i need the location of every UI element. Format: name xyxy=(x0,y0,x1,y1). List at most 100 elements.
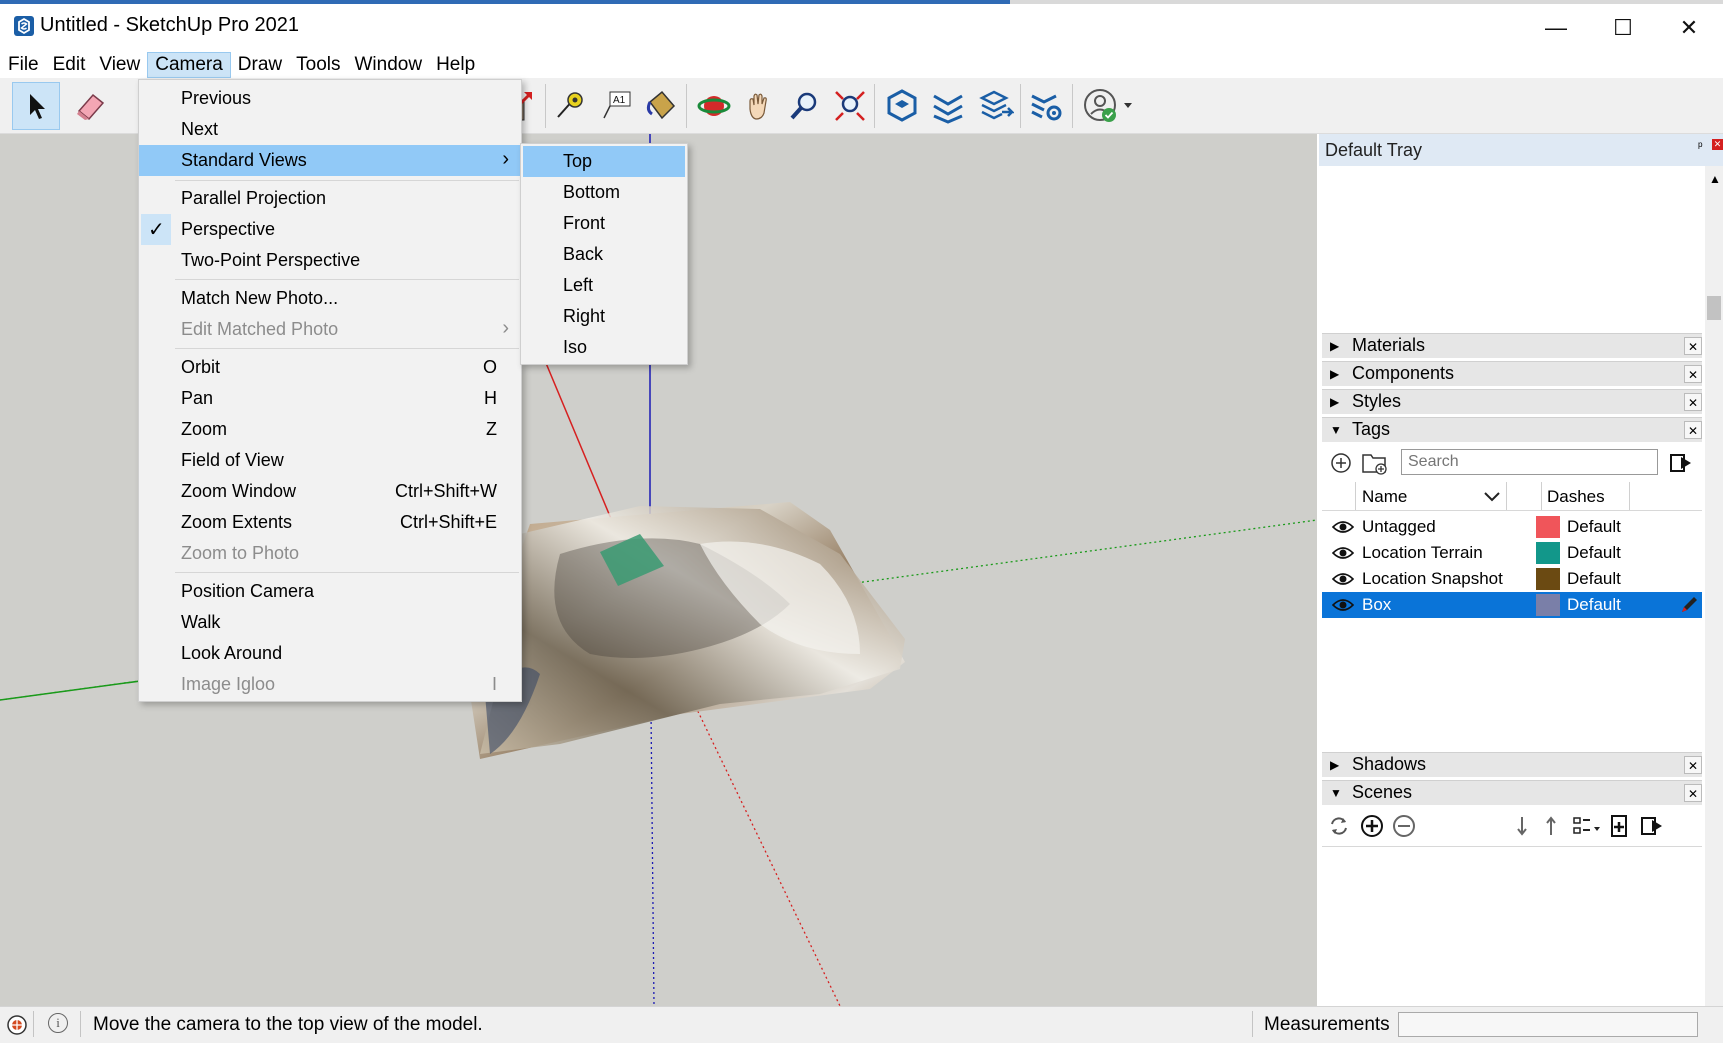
remove-scene-icon[interactable] xyxy=(1392,814,1416,838)
menu-file[interactable]: File xyxy=(0,52,46,78)
menu-item-walk[interactable]: Walk xyxy=(139,607,521,638)
scenes-panel-header[interactable]: ▼ Scenes ✕ xyxy=(1322,780,1702,805)
tags-search-input[interactable] xyxy=(1401,449,1658,475)
close-icon[interactable]: ✕ xyxy=(1684,784,1702,802)
maximize-button[interactable]: ☐ xyxy=(1589,4,1657,52)
menu-item-next[interactable]: Next xyxy=(139,114,521,145)
view-iso[interactable]: Iso xyxy=(521,332,687,363)
menu-item-orbit[interactable]: Orbit O xyxy=(139,352,521,383)
visibility-eye-icon[interactable] xyxy=(1332,545,1354,561)
eraser-tool-icon[interactable] xyxy=(66,82,114,130)
components-panel-header[interactable]: ▶ Components ✕ xyxy=(1322,361,1702,386)
view-top[interactable]: Top xyxy=(523,146,685,177)
tag-row-location-snapshot[interactable]: Location Snapshot Default xyxy=(1322,566,1702,592)
menu-draw[interactable]: Draw xyxy=(231,52,289,78)
move-scene-down-icon[interactable] xyxy=(1515,815,1529,837)
tag-dashes[interactable]: Default xyxy=(1567,569,1621,589)
tags-details-icon[interactable] xyxy=(1669,452,1693,474)
tag-name[interactable]: Untagged xyxy=(1362,517,1436,537)
close-window-button[interactable]: ✕ xyxy=(1655,4,1723,52)
tag-color-swatch[interactable] xyxy=(1536,568,1560,590)
scroll-up-icon[interactable]: ▲ xyxy=(1709,172,1721,186)
visibility-eye-icon[interactable] xyxy=(1332,519,1354,535)
tag-color-swatch[interactable] xyxy=(1536,516,1560,538)
move-scene-up-icon[interactable] xyxy=(1544,815,1558,837)
measurements-input[interactable] xyxy=(1398,1012,1698,1037)
menu-window[interactable]: Window xyxy=(348,52,430,78)
3d-warehouse-icon[interactable] xyxy=(878,82,926,130)
extension-manager-icon[interactable] xyxy=(1022,82,1070,130)
tag-row-box[interactable]: Box Default xyxy=(1322,592,1702,618)
menu-help[interactable]: Help xyxy=(429,52,482,78)
tag-dashes[interactable]: Default xyxy=(1567,595,1621,615)
pan-hand-tool-icon[interactable] xyxy=(735,82,783,130)
close-icon[interactable]: ✕ xyxy=(1684,337,1702,355)
add-tag-folder-icon[interactable] xyxy=(1361,450,1389,476)
tag-dashes[interactable]: Default xyxy=(1567,543,1621,563)
select-tool-icon[interactable] xyxy=(12,82,60,130)
scrollbar-thumb[interactable] xyxy=(1707,296,1721,320)
menu-item-two-point-perspective[interactable]: Two-Point Perspective xyxy=(139,245,521,276)
menu-item-zoom-window[interactable]: Zoom Window Ctrl+Shift+W xyxy=(139,476,521,507)
close-icon[interactable]: ✕ xyxy=(1684,756,1702,774)
account-icon[interactable] xyxy=(1076,82,1140,130)
view-bottom[interactable]: Bottom xyxy=(521,177,687,208)
add-tag-icon[interactable] xyxy=(1330,452,1352,474)
scene-view-options-icon[interactable] xyxy=(1572,815,1602,837)
tag-name[interactable]: Box xyxy=(1362,595,1391,615)
layout-send-icon[interactable] xyxy=(972,82,1020,130)
dashes-column-header[interactable]: Dashes xyxy=(1547,487,1605,507)
extension-warehouse-icon[interactable] xyxy=(924,82,972,130)
text-tool-icon[interactable]: A1 xyxy=(592,82,640,130)
visibility-eye-icon[interactable] xyxy=(1332,571,1354,587)
view-left[interactable]: Left xyxy=(521,270,687,301)
close-icon[interactable]: ✕ xyxy=(1684,393,1702,411)
visibility-eye-icon[interactable] xyxy=(1332,597,1354,613)
edit-pencil-icon[interactable] xyxy=(1679,595,1699,615)
menu-item-field-of-view[interactable]: Field of View xyxy=(139,445,521,476)
tag-name[interactable]: Location Snapshot xyxy=(1362,569,1503,589)
menu-item-position-camera[interactable]: Position Camera xyxy=(139,576,521,607)
menu-camera[interactable]: Camera xyxy=(147,52,231,78)
menu-item-zoom[interactable]: Zoom Z xyxy=(139,414,521,445)
tag-name[interactable]: Location Terrain xyxy=(1362,543,1483,563)
menu-item-look-around[interactable]: Look Around xyxy=(139,638,521,669)
close-icon[interactable]: ✕ xyxy=(1684,421,1702,439)
menu-tools[interactable]: Tools xyxy=(289,52,347,78)
name-column-header[interactable]: Name xyxy=(1362,487,1407,507)
geo-location-icon[interactable] xyxy=(6,1014,28,1036)
tags-panel-header[interactable]: ▼ Tags ✕ xyxy=(1322,417,1702,442)
tray-scrollbar[interactable]: ▲ ▼ xyxy=(1705,166,1723,1030)
tag-row-untagged[interactable]: Untagged Default xyxy=(1322,514,1702,540)
minimize-button[interactable]: — xyxy=(1522,4,1590,52)
menu-item-standard-views[interactable]: Standard Views › xyxy=(139,145,521,176)
info-icon[interactable]: i xyxy=(48,1013,68,1033)
view-back[interactable]: Back xyxy=(521,239,687,270)
add-scene-icon[interactable] xyxy=(1360,814,1384,838)
tag-color-swatch[interactable] xyxy=(1536,594,1560,616)
scenes-details-icon[interactable] xyxy=(1640,815,1664,837)
tray-close-icon[interactable]: ✕ xyxy=(1712,139,1723,150)
tape-measure-tool-icon[interactable] xyxy=(545,82,593,130)
menu-item-zoom-extents[interactable]: Zoom Extents Ctrl+Shift+E xyxy=(139,507,521,538)
zoom-tool-icon[interactable] xyxy=(780,82,828,130)
update-scene-icon[interactable] xyxy=(1609,814,1629,838)
menu-item-pan[interactable]: Pan H xyxy=(139,383,521,414)
tray-pin-icon[interactable]: ᵖ xyxy=(1698,139,1703,153)
tag-row-location-terrain[interactable]: Location Terrain Default xyxy=(1322,540,1702,566)
view-right[interactable]: Right xyxy=(521,301,687,332)
menu-item-previous[interactable]: Previous xyxy=(139,83,521,114)
view-front[interactable]: Front xyxy=(521,208,687,239)
tag-dashes[interactable]: Default xyxy=(1567,517,1621,537)
chevron-down-icon[interactable] xyxy=(1484,491,1500,502)
shadows-panel-header[interactable]: ▶ Shadows ✕ xyxy=(1322,752,1702,777)
tag-color-swatch[interactable] xyxy=(1536,542,1560,564)
zoom-extents-tool-icon[interactable] xyxy=(826,82,874,130)
close-icon[interactable]: ✕ xyxy=(1684,365,1702,383)
menu-item-perspective[interactable]: ✓ Perspective xyxy=(139,214,521,245)
materials-panel-header[interactable]: ▶ Materials ✕ xyxy=(1322,333,1702,358)
menu-item-match-new-photo[interactable]: Match New Photo... xyxy=(139,283,521,314)
menu-item-parallel-projection[interactable]: Parallel Projection xyxy=(139,183,521,214)
paint-bucket-tool-icon[interactable] xyxy=(636,82,684,130)
menu-view[interactable]: View xyxy=(92,52,147,78)
